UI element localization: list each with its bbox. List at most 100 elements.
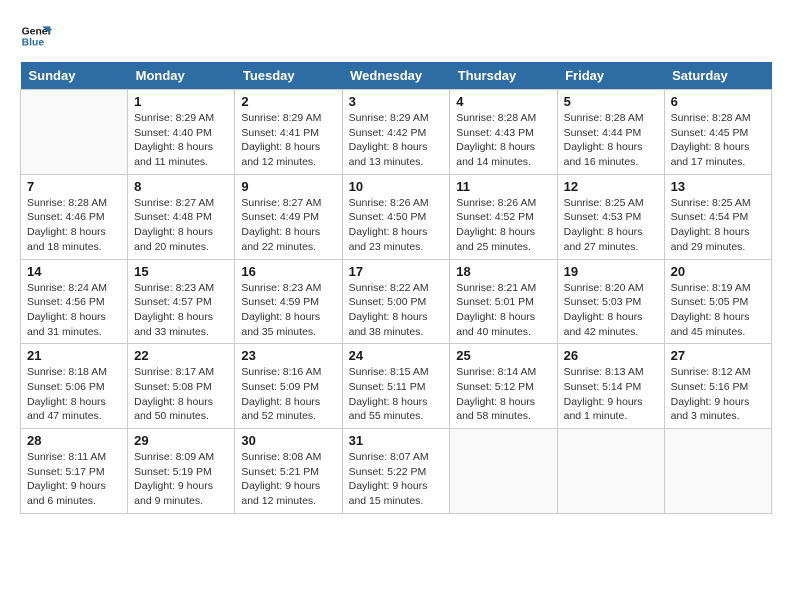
calendar-cell: 12 Sunrise: 8:25 AM Sunset: 4:53 PM Dayli… bbox=[557, 174, 664, 259]
calendar-cell: 14Sunrise: 8:24 AM Sunset: 4:56 PM Dayli… bbox=[21, 259, 128, 344]
day-number: 25 bbox=[456, 348, 550, 363]
day-number: 29 bbox=[134, 433, 228, 448]
day-info: Sunrise: 8:20 AM Sunset: 5:03 PM Dayligh… bbox=[564, 281, 658, 340]
day-number: 28 bbox=[27, 433, 121, 448]
day-number: 21 bbox=[27, 348, 121, 363]
day-info: Sunrise: 8:28 AM Sunset: 4:46 PM Dayligh… bbox=[27, 196, 121, 255]
day-info: Sunrise: 8:28 AM Sunset: 4:44 PM Dayligh… bbox=[564, 111, 658, 170]
day-info: Sunrise: 8:22 AM Sunset: 5:00 PM Dayligh… bbox=[349, 281, 444, 340]
day-number: 30 bbox=[241, 433, 335, 448]
calendar-cell: 4 Sunrise: 8:28 AM Sunset: 4:43 PM Daylig… bbox=[450, 90, 557, 175]
calendar-cell: 11Sunrise: 8:26 AM Sunset: 4:52 PM Dayli… bbox=[450, 174, 557, 259]
day-info: Sunrise: 8:07 AM Sunset: 5:22 PM Dayligh… bbox=[349, 450, 444, 509]
calendar-cell: 2 Sunrise: 8:29 AM Sunset: 4:41 PM Daylig… bbox=[235, 90, 342, 175]
day-info: Sunrise: 8:17 AM Sunset: 5:08 PM Dayligh… bbox=[134, 365, 228, 424]
calendar-week-row: 21 Sunrise: 8:18 AM Sunset: 5:06 PM Dayli… bbox=[21, 344, 772, 429]
logo-icon: General Blue bbox=[20, 20, 52, 52]
day-number: 20 bbox=[671, 264, 765, 279]
calendar-cell: 30 Sunrise: 8:08 AM Sunset: 5:21 PM Dayli… bbox=[235, 429, 342, 514]
day-info: Sunrise: 8:24 AM Sunset: 4:56 PM Dayligh… bbox=[27, 281, 121, 340]
day-info: Sunrise: 8:12 AM Sunset: 5:16 PM Dayligh… bbox=[671, 365, 765, 424]
day-number: 10 bbox=[349, 179, 444, 194]
calendar-cell: 18 Sunrise: 8:21 AM Sunset: 5:01 PM Dayli… bbox=[450, 259, 557, 344]
day-info: Sunrise: 8:15 AM Sunset: 5:11 PM Dayligh… bbox=[349, 365, 444, 424]
calendar-cell: 24 Sunrise: 8:15 AM Sunset: 5:11 PM Dayli… bbox=[342, 344, 450, 429]
logo: General Blue bbox=[20, 20, 52, 52]
calendar-header-sunday: Sunday bbox=[21, 62, 128, 90]
day-number: 18 bbox=[456, 264, 550, 279]
calendar-header-tuesday: Tuesday bbox=[235, 62, 342, 90]
day-info: Sunrise: 8:14 AM Sunset: 5:12 PM Dayligh… bbox=[456, 365, 550, 424]
calendar-cell: 22 Sunrise: 8:17 AM Sunset: 5:08 PM Dayli… bbox=[128, 344, 235, 429]
calendar-cell bbox=[450, 429, 557, 514]
day-info: Sunrise: 8:23 AM Sunset: 4:59 PM Dayligh… bbox=[241, 281, 335, 340]
day-info: Sunrise: 8:13 AM Sunset: 5:14 PM Dayligh… bbox=[564, 365, 658, 424]
day-number: 16 bbox=[241, 264, 335, 279]
calendar-week-row: 14Sunrise: 8:24 AM Sunset: 4:56 PM Dayli… bbox=[21, 259, 772, 344]
day-info: Sunrise: 8:11 AM Sunset: 5:17 PM Dayligh… bbox=[27, 450, 121, 509]
calendar-cell: 31 Sunrise: 8:07 AM Sunset: 5:22 PM Dayli… bbox=[342, 429, 450, 514]
calendar-cell: 1 Sunrise: 8:29 AM Sunset: 4:40 PM Daylig… bbox=[128, 90, 235, 175]
calendar-cell: 27Sunrise: 8:12 AM Sunset: 5:16 PM Dayli… bbox=[664, 344, 771, 429]
day-number: 24 bbox=[349, 348, 444, 363]
day-info: Sunrise: 8:18 AM Sunset: 5:06 PM Dayligh… bbox=[27, 365, 121, 424]
calendar-cell: 15 Sunrise: 8:23 AM Sunset: 4:57 PM Dayli… bbox=[128, 259, 235, 344]
day-info: Sunrise: 8:26 AM Sunset: 4:50 PM Dayligh… bbox=[349, 196, 444, 255]
calendar-cell: 5 Sunrise: 8:28 AM Sunset: 4:44 PM Daylig… bbox=[557, 90, 664, 175]
calendar-cell bbox=[21, 90, 128, 175]
day-info: Sunrise: 8:25 AM Sunset: 4:54 PM Dayligh… bbox=[671, 196, 765, 255]
calendar-cell: 10 Sunrise: 8:26 AM Sunset: 4:50 PM Dayli… bbox=[342, 174, 450, 259]
calendar-cell: 3 Sunrise: 8:29 AM Sunset: 4:42 PM Daylig… bbox=[342, 90, 450, 175]
calendar-header-saturday: Saturday bbox=[664, 62, 771, 90]
day-number: 12 bbox=[564, 179, 658, 194]
calendar-cell: 7 Sunrise: 8:28 AM Sunset: 4:46 PM Daylig… bbox=[21, 174, 128, 259]
day-number: 22 bbox=[134, 348, 228, 363]
calendar-week-row: 1 Sunrise: 8:29 AM Sunset: 4:40 PM Daylig… bbox=[21, 90, 772, 175]
day-number: 13 bbox=[671, 179, 765, 194]
calendar-cell: 23Sunrise: 8:16 AM Sunset: 5:09 PM Dayli… bbox=[235, 344, 342, 429]
day-info: Sunrise: 8:23 AM Sunset: 4:57 PM Dayligh… bbox=[134, 281, 228, 340]
calendar-cell: 16 Sunrise: 8:23 AM Sunset: 4:59 PM Dayli… bbox=[235, 259, 342, 344]
calendar-cell: 9Sunrise: 8:27 AM Sunset: 4:49 PM Daylig… bbox=[235, 174, 342, 259]
day-number: 26 bbox=[564, 348, 658, 363]
day-number: 15 bbox=[134, 264, 228, 279]
calendar-cell bbox=[557, 429, 664, 514]
day-number: 19 bbox=[564, 264, 658, 279]
day-info: Sunrise: 8:26 AM Sunset: 4:52 PM Dayligh… bbox=[456, 196, 550, 255]
calendar-cell: 20 Sunrise: 8:19 AM Sunset: 5:05 PM Dayli… bbox=[664, 259, 771, 344]
calendar-week-row: 28 Sunrise: 8:11 AM Sunset: 5:17 PM Dayli… bbox=[21, 429, 772, 514]
day-number: 8 bbox=[134, 179, 228, 194]
calendar-cell: 25 Sunrise: 8:14 AM Sunset: 5:12 PM Dayli… bbox=[450, 344, 557, 429]
header: General Blue bbox=[20, 20, 772, 52]
calendar-week-row: 7 Sunrise: 8:28 AM Sunset: 4:46 PM Daylig… bbox=[21, 174, 772, 259]
day-info: Sunrise: 8:29 AM Sunset: 4:40 PM Dayligh… bbox=[134, 111, 228, 170]
calendar-cell: 13 Sunrise: 8:25 AM Sunset: 4:54 PM Dayli… bbox=[664, 174, 771, 259]
calendar-cell: 21 Sunrise: 8:18 AM Sunset: 5:06 PM Dayli… bbox=[21, 344, 128, 429]
calendar-header-row: SundayMondayTuesdayWednesdayThursdayFrid… bbox=[21, 62, 772, 90]
day-number: 2 bbox=[241, 94, 335, 109]
day-info: Sunrise: 8:29 AM Sunset: 4:41 PM Dayligh… bbox=[241, 111, 335, 170]
day-info: Sunrise: 8:28 AM Sunset: 4:45 PM Dayligh… bbox=[671, 111, 765, 170]
calendar-header-friday: Friday bbox=[557, 62, 664, 90]
day-info: Sunrise: 8:28 AM Sunset: 4:43 PM Dayligh… bbox=[456, 111, 550, 170]
day-info: Sunrise: 8:19 AM Sunset: 5:05 PM Dayligh… bbox=[671, 281, 765, 340]
day-number: 6 bbox=[671, 94, 765, 109]
calendar-cell: 29Sunrise: 8:09 AM Sunset: 5:19 PM Dayli… bbox=[128, 429, 235, 514]
day-number: 31 bbox=[349, 433, 444, 448]
day-number: 9 bbox=[241, 179, 335, 194]
day-number: 5 bbox=[564, 94, 658, 109]
day-info: Sunrise: 8:29 AM Sunset: 4:42 PM Dayligh… bbox=[349, 111, 444, 170]
calendar-header-thursday: Thursday bbox=[450, 62, 557, 90]
day-info: Sunrise: 8:21 AM Sunset: 5:01 PM Dayligh… bbox=[456, 281, 550, 340]
day-number: 4 bbox=[456, 94, 550, 109]
day-info: Sunrise: 8:27 AM Sunset: 4:48 PM Dayligh… bbox=[134, 196, 228, 255]
day-number: 3 bbox=[349, 94, 444, 109]
day-info: Sunrise: 8:25 AM Sunset: 4:53 PM Dayligh… bbox=[564, 196, 658, 255]
svg-text:Blue: Blue bbox=[22, 38, 45, 49]
day-info: Sunrise: 8:16 AM Sunset: 5:09 PM Dayligh… bbox=[241, 365, 335, 424]
day-number: 1 bbox=[134, 94, 228, 109]
calendar-cell bbox=[664, 429, 771, 514]
calendar-cell: 26 Sunrise: 8:13 AM Sunset: 5:14 PM Dayli… bbox=[557, 344, 664, 429]
day-info: Sunrise: 8:08 AM Sunset: 5:21 PM Dayligh… bbox=[241, 450, 335, 509]
day-number: 7 bbox=[27, 179, 121, 194]
